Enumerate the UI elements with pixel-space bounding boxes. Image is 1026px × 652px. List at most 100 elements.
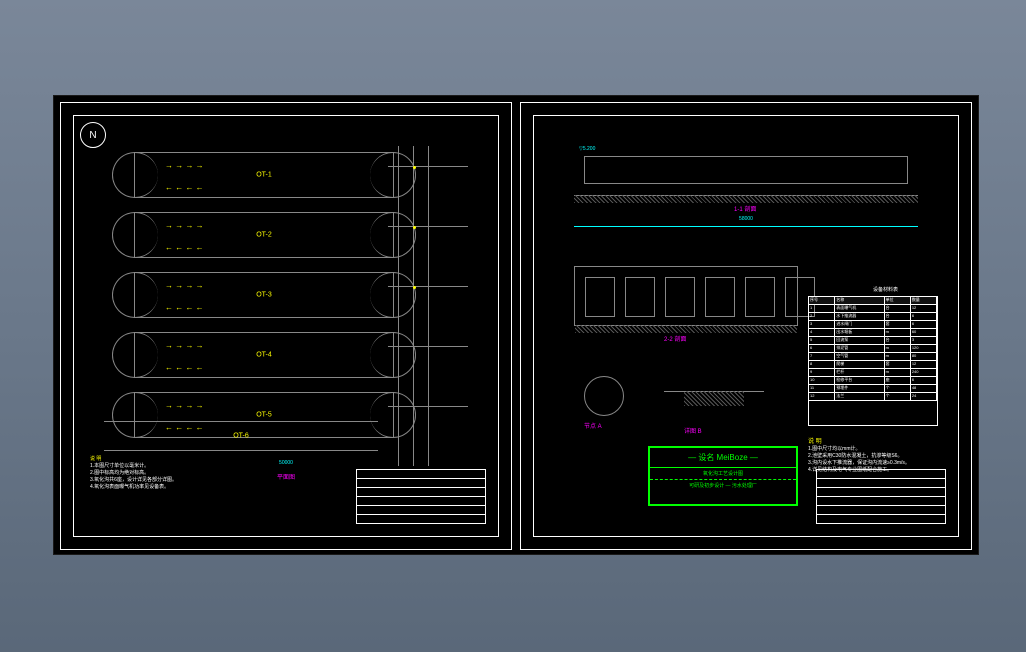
- north-arrow-icon: N: [80, 122, 106, 148]
- project-title: 氧化沟工艺设计图: [650, 468, 796, 479]
- tank-label: OT-1: [256, 172, 272, 179]
- pipe-line: [388, 226, 468, 227]
- company-name: — 设名 MeiBoze —: [650, 448, 796, 468]
- dimension-text: 50000: [279, 460, 293, 466]
- compass-label: N: [89, 130, 96, 141]
- th: 数量: [911, 297, 937, 304]
- ditch-end-cap: [112, 212, 158, 258]
- bay: [625, 277, 655, 317]
- dimension-chain: 58000: [574, 216, 918, 236]
- table-row: 12法兰个24: [809, 393, 937, 401]
- tank-label: OT-2: [256, 232, 272, 239]
- title-block: [356, 469, 486, 524]
- tb-row: [817, 470, 945, 479]
- ground-hatch: [574, 195, 918, 203]
- bay: [585, 277, 615, 317]
- pipe-line: [388, 166, 468, 167]
- sheet-frame: N OT-1 → → → → ← ← ← ← OT-2 → → → → ← ← …: [73, 115, 499, 537]
- table-row: 11预埋件个48: [809, 385, 937, 393]
- th: 单位: [885, 297, 911, 304]
- ditch-end-cap: [112, 332, 158, 378]
- table-row: 1表面曝气机台12: [809, 305, 937, 313]
- tb-row: [357, 470, 485, 479]
- detail-b: [664, 371, 764, 421]
- tank-section: [584, 156, 908, 184]
- notes-block: 说 明 1.图中尺寸均以mm计。 2.池壁采用C30防水混凝土，抗渗等级S6。 …: [808, 436, 938, 473]
- tank-label: OT-4: [256, 352, 272, 359]
- parts-table: 序号 名称 单位 数量 1表面曝气机台12 2水下推流器台6 3进水闸门套6 4…: [808, 296, 938, 426]
- flow-arrow-icon: ← ← ← ←: [165, 303, 204, 312]
- flow-arrow-icon: → → → →: [165, 401, 204, 410]
- tb-row: [357, 479, 485, 488]
- oxidation-ditch-2: OT-2 → → → → ← ← ← ←: [134, 212, 394, 258]
- note-line: 1.图中尺寸均以mm计。: [808, 445, 938, 452]
- detail-a: [584, 376, 624, 416]
- tb-row: [817, 479, 945, 488]
- oxidation-ditch-3: OT-3 → → → → ← ← ← ←: [134, 272, 394, 318]
- table-row: 8爬梯套12: [809, 361, 937, 369]
- view-title: 平面图: [277, 472, 295, 481]
- ditch-end-cap: [112, 152, 158, 198]
- th: 序号: [809, 297, 835, 304]
- bay: [665, 277, 695, 317]
- notes-title: 说 明: [808, 436, 938, 445]
- note-line: 1.本图尺寸单位以毫米计。: [90, 463, 177, 470]
- table-title: 设备材料表: [873, 286, 898, 293]
- pipe-line: [428, 146, 429, 466]
- tank-label: OT-3: [256, 292, 272, 299]
- table-row: 5回流泵台3: [809, 337, 937, 345]
- table-row: 4出水堰板m60: [809, 329, 937, 337]
- pipe-line: [388, 406, 468, 407]
- tb-row: [357, 506, 485, 515]
- tb-row: [357, 497, 485, 506]
- flow-arrow-icon: ← ← ← ←: [165, 183, 204, 192]
- table-row: 3进水闸门套6: [809, 321, 937, 329]
- pipe-line: [398, 146, 399, 466]
- tank-label: OT-5: [256, 412, 272, 419]
- note-line: 2.图中标高均为绝对标高。: [90, 470, 177, 477]
- section-title: 2-2 剖面: [664, 334, 686, 343]
- tb-row: [817, 497, 945, 506]
- ditch-end-cap: [112, 272, 158, 318]
- bay: [745, 277, 775, 317]
- dimension-text: 58000: [739, 216, 753, 222]
- ground-hatch: [575, 325, 797, 333]
- section-1-1: ▽5.200: [574, 146, 918, 196]
- flow-arrow-icon: → → → →: [165, 341, 204, 350]
- flow-arrow-icon: ← ← ← ←: [165, 243, 204, 252]
- pipe-line: [413, 146, 414, 466]
- table-row: 2水下推流器台6: [809, 313, 937, 321]
- bay: [705, 277, 735, 317]
- drawing-sheet-right[interactable]: ▽5.200 1-1 剖面 58000 2-2 剖面 节点 A: [520, 102, 972, 550]
- cad-canvas[interactable]: N OT-1 → → → → ← ← ← ← OT-2 → → → → ← ← …: [53, 95, 979, 555]
- tb-row: [817, 506, 945, 515]
- tb-row: [817, 488, 945, 497]
- oxidation-ditch-1: OT-1 → → → → ← ← ← ←: [134, 152, 394, 198]
- fill-hatch: [684, 391, 744, 406]
- flow-arrow-icon: → → → →: [165, 221, 204, 230]
- dim-line: [574, 226, 918, 227]
- drawing-title: 可研及初步设计 — 污水处理厂: [650, 479, 796, 491]
- pipe-line: [388, 346, 468, 347]
- flow-arrow-icon: ← ← ← ←: [165, 363, 204, 372]
- th: 名称: [835, 297, 884, 304]
- notes-title: 说 明: [90, 456, 177, 463]
- flow-arrow-icon: → → → →: [165, 281, 204, 290]
- note-line: 3.沟内设水下推流器，保证沟内流速≥0.3m/s。: [808, 459, 938, 466]
- oxidation-ditch-4: OT-4 → → → → ← ← ← ←: [134, 332, 394, 378]
- section-2-2: [574, 266, 798, 326]
- tank-label: OT-6: [233, 433, 249, 440]
- notes-block: 说 明 1.本图尺寸单位以毫米计。 2.图中标高均为绝对标高。 3.氧化沟共6座…: [90, 456, 177, 491]
- drawing-sheet-left[interactable]: N OT-1 → → → → ← ← ← ← OT-2 → → → → ← ← …: [60, 102, 512, 550]
- section-title: 1-1 剖面: [734, 204, 756, 213]
- detail-title: 节点 A: [584, 421, 602, 430]
- table-row: 10检修平台座6: [809, 377, 937, 385]
- note-line: 3.氧化沟共6座，设计详见各部分详图。: [90, 477, 177, 484]
- tb-row: [357, 488, 485, 497]
- table-row: 6排泥管m120: [809, 345, 937, 353]
- manifold-piping: [388, 146, 468, 466]
- pipe-line: [388, 286, 468, 287]
- elevation-text: ▽5.200: [579, 146, 595, 152]
- table-row: 9栏杆m240: [809, 369, 937, 377]
- valve-icon: [413, 226, 416, 229]
